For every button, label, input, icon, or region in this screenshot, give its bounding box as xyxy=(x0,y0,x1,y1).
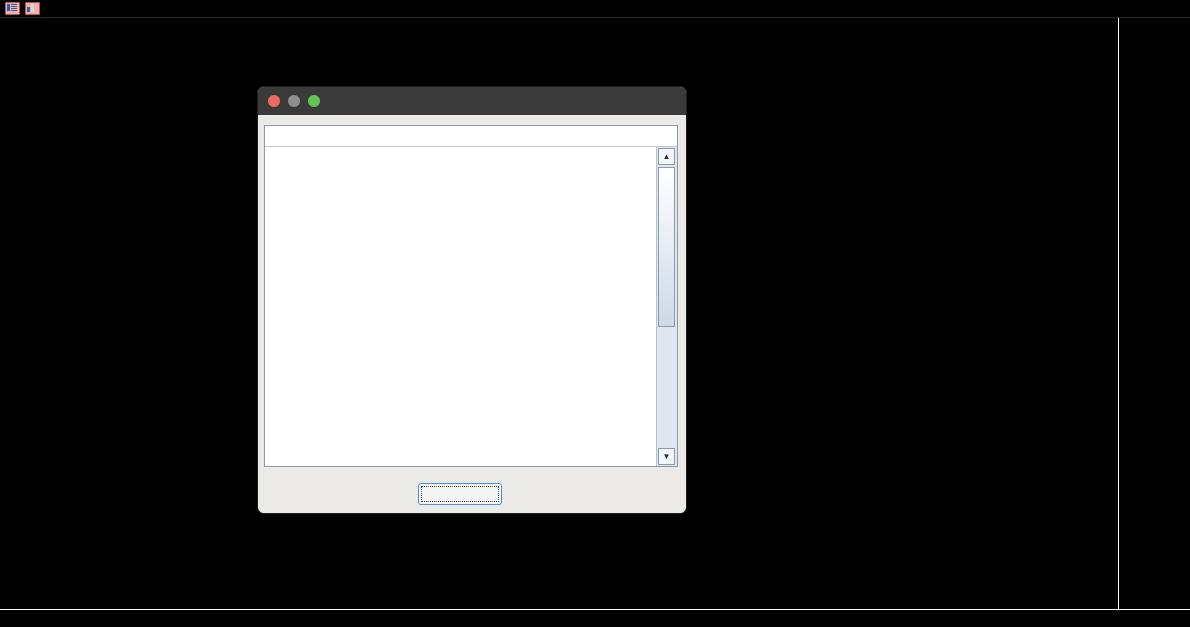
price-axis[interactable] xyxy=(1118,17,1190,609)
time-axis[interactable] xyxy=(0,609,1190,627)
specification-list-header xyxy=(265,126,677,147)
minimize-window-button[interactable] xyxy=(288,95,300,107)
close-window-button[interactable] xyxy=(268,95,280,107)
traffic-lights xyxy=(268,95,320,107)
specification-dialog[interactable]: ▲ ▼ xyxy=(257,86,687,514)
specification-list[interactable]: ▲ ▼ xyxy=(264,125,678,467)
metatrader-window: ▲ ▼ xyxy=(0,0,1190,627)
window-titlebar xyxy=(0,0,1190,18)
dialog-titlebar[interactable] xyxy=(258,87,686,116)
scrollbar-thumb[interactable] xyxy=(658,167,675,327)
list-icon[interactable] xyxy=(5,2,20,15)
dialog-body: ▲ ▼ xyxy=(258,115,686,513)
chevron-up-icon[interactable]: ▲ xyxy=(658,148,675,165)
list-scrollbar[interactable]: ▲ ▼ xyxy=(656,147,677,466)
chart-icon[interactable] xyxy=(25,2,40,15)
close-button[interactable] xyxy=(418,483,502,505)
chevron-down-icon[interactable]: ▼ xyxy=(658,448,675,465)
zoom-window-button[interactable] xyxy=(308,95,320,107)
specification-rows xyxy=(265,147,657,466)
